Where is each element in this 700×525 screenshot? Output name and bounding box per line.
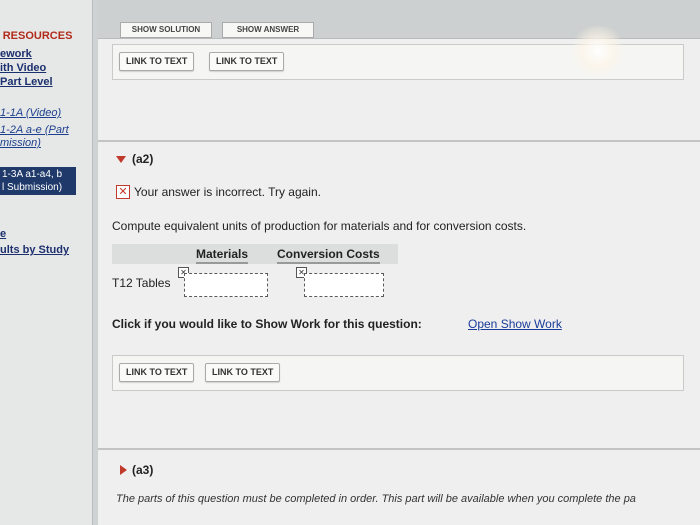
conversion-costs-input[interactable] [304, 273, 384, 297]
sidebar-active-line2: l Submission) [2, 182, 63, 193]
show-solution-button[interactable]: SHOW SOLUTION [120, 22, 212, 38]
link-to-text-button-1[interactable]: LINK TO TEXT [119, 52, 195, 71]
show-answer-button[interactable]: SHOW ANSWER [222, 22, 314, 38]
part-a3-label: (a3) [132, 463, 154, 477]
sidebar-active-line1: 1-3A a1-a4, b [2, 169, 63, 180]
show-work-prompt: Click if you would like to Show Work for… [112, 317, 422, 331]
link-to-text-button-3[interactable]: LINK TO TEXT [119, 363, 195, 382]
part-a3-locked-message: The parts of this question must be compl… [116, 493, 636, 505]
link-to-text-button-2[interactable]: LINK TO TEXT [209, 52, 285, 71]
row-label-t12-tables: T12 Tables [112, 276, 171, 290]
screen-glare [568, 26, 628, 76]
main-content: SHOW SOLUTION SHOW ANSWER LINK TO TEXT L… [98, 0, 700, 525]
section-divider-2 [98, 448, 700, 450]
collapse-triangle-icon[interactable] [116, 156, 126, 163]
part-a2-label: (a2) [132, 152, 154, 166]
link-to-text-button-4[interactable]: LINK TO TEXT [205, 363, 281, 382]
sidebar-link-1-2a[interactable]: 1-2A a-e (Part [0, 124, 69, 136]
sidebar-link-e[interactable]: e [0, 228, 6, 240]
resources-heading: - RESOURCES [0, 30, 73, 42]
link-button-row-bottom: LINK TO TEXT LINK TO TEXT [112, 355, 684, 391]
sidebar-link-part-level[interactable]: Part Level [0, 76, 53, 88]
sidebar-item-active[interactable]: 1-3A a1-a4, b l Submission) [0, 167, 76, 195]
column-header-conversion-costs: Conversion Costs [277, 247, 380, 264]
sidebar-link-results-by-study[interactable]: ults by Study [0, 244, 69, 256]
section-divider-1 [98, 140, 700, 142]
sidebar-link-1-2a-cont[interactable]: mission) [0, 137, 41, 149]
left-sidebar: - RESOURCES ework ith Video Part Level 1… [0, 0, 93, 525]
instruction-text: Compute equivalent units of production f… [112, 219, 527, 233]
sidebar-link-homework[interactable]: ework [0, 48, 32, 60]
column-header-materials: Materials [196, 247, 249, 264]
sidebar-link-1-1a[interactable]: 1-1A (Video) [0, 107, 61, 119]
incorrect-x-icon: ✕ [116, 185, 130, 199]
sidebar-link-video[interactable]: ith Video [0, 62, 46, 74]
materials-input[interactable] [184, 273, 268, 297]
error-message: Your answer is incorrect. Try again. [134, 185, 321, 199]
expand-triangle-icon[interactable] [120, 465, 127, 475]
open-show-work-link[interactable]: Open Show Work [468, 317, 562, 331]
